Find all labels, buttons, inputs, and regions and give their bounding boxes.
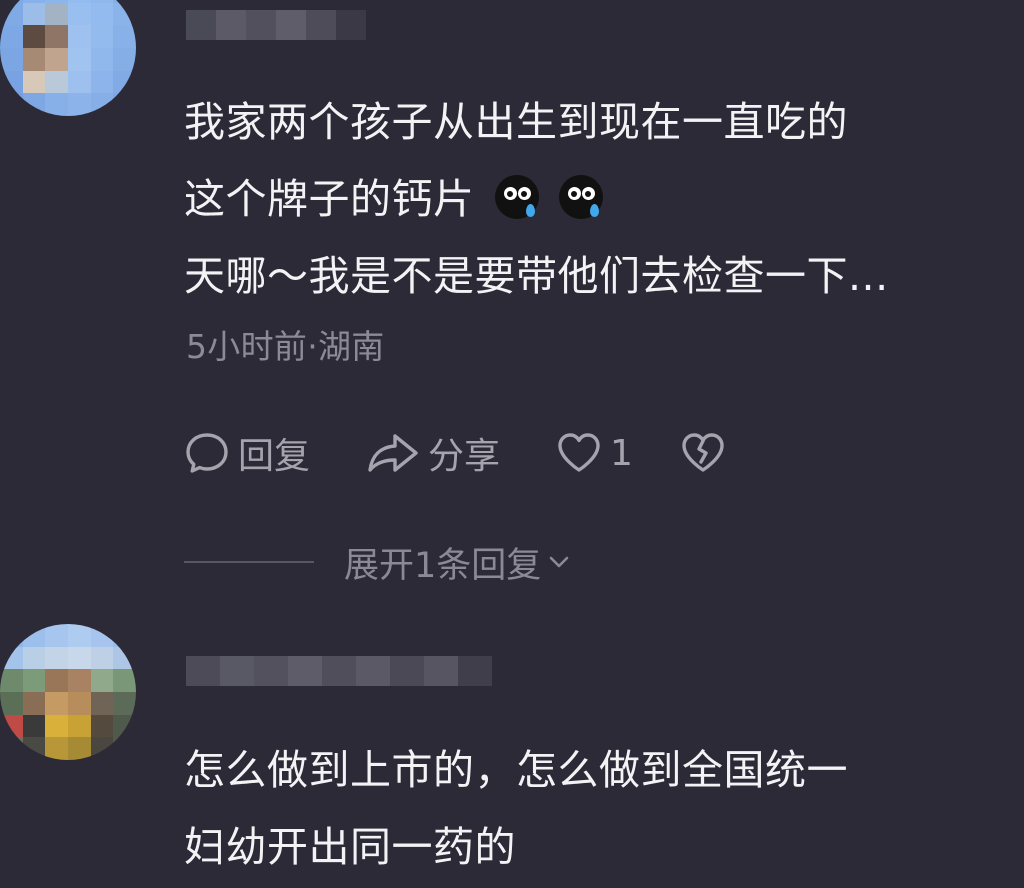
comment-meta: 5小时前·湖南	[186, 327, 385, 366]
avatar[interactable]	[0, 0, 136, 116]
comment-item: 我家两个孩子从出生到现在一直吃的 这个牌子的钙片 天哪～我是不是要带他们去检查一…	[0, 0, 1024, 610]
divider	[184, 561, 314, 563]
comment-actions: 回复 分享 1	[184, 425, 744, 481]
broken-heart-icon	[682, 433, 724, 472]
comment-item: 怎么做到上市的，怎么做到全国统一 妇幼开出同一药的	[0, 610, 1024, 888]
username-blurred[interactable]	[186, 10, 366, 40]
comment-line: 这个牌子的钙片	[184, 161, 889, 238]
chevron-down-icon	[549, 556, 569, 568]
comment-line: 怎么做到上市的，怎么做到全国统一	[184, 746, 848, 794]
username-blurred[interactable]	[186, 656, 492, 686]
expand-replies-button[interactable]: 展开1条回复	[184, 535, 571, 589]
avatar-mosaic	[0, 624, 136, 760]
comment-text: 我家两个孩子从出生到现在一直吃的 这个牌子的钙片 天哪～我是不是要带他们去检查一…	[184, 84, 889, 315]
reply-button[interactable]: 回复	[184, 425, 310, 481]
comment-text: 怎么做到上市的，怎么做到全国统一 妇幼开出同一药的	[184, 732, 848, 886]
comment-line: 妇幼开出同一药的	[184, 823, 516, 871]
crying-emoji-icon	[494, 175, 539, 219]
comment-line: 天哪～我是不是要带他们去检查一下...	[184, 252, 889, 300]
share-label: 分享	[428, 436, 501, 477]
share-button[interactable]: 分享	[366, 425, 500, 481]
comment-line: 我家两个孩子从出生到现在一直吃的	[184, 98, 848, 146]
avatar-mosaic	[0, 0, 136, 116]
heart-icon	[558, 433, 600, 472]
avatar[interactable]	[0, 624, 136, 760]
crying-emoji-icon	[558, 175, 603, 219]
like-count: 1	[610, 432, 633, 474]
dislike-button[interactable]	[680, 425, 726, 481]
like-button[interactable]: 1	[556, 425, 633, 481]
share-arrow-icon	[368, 434, 418, 472]
comment-bubble-icon	[186, 433, 228, 473]
reply-label: 回复	[238, 436, 311, 477]
expand-replies-label: 展开1条回复	[344, 545, 542, 586]
